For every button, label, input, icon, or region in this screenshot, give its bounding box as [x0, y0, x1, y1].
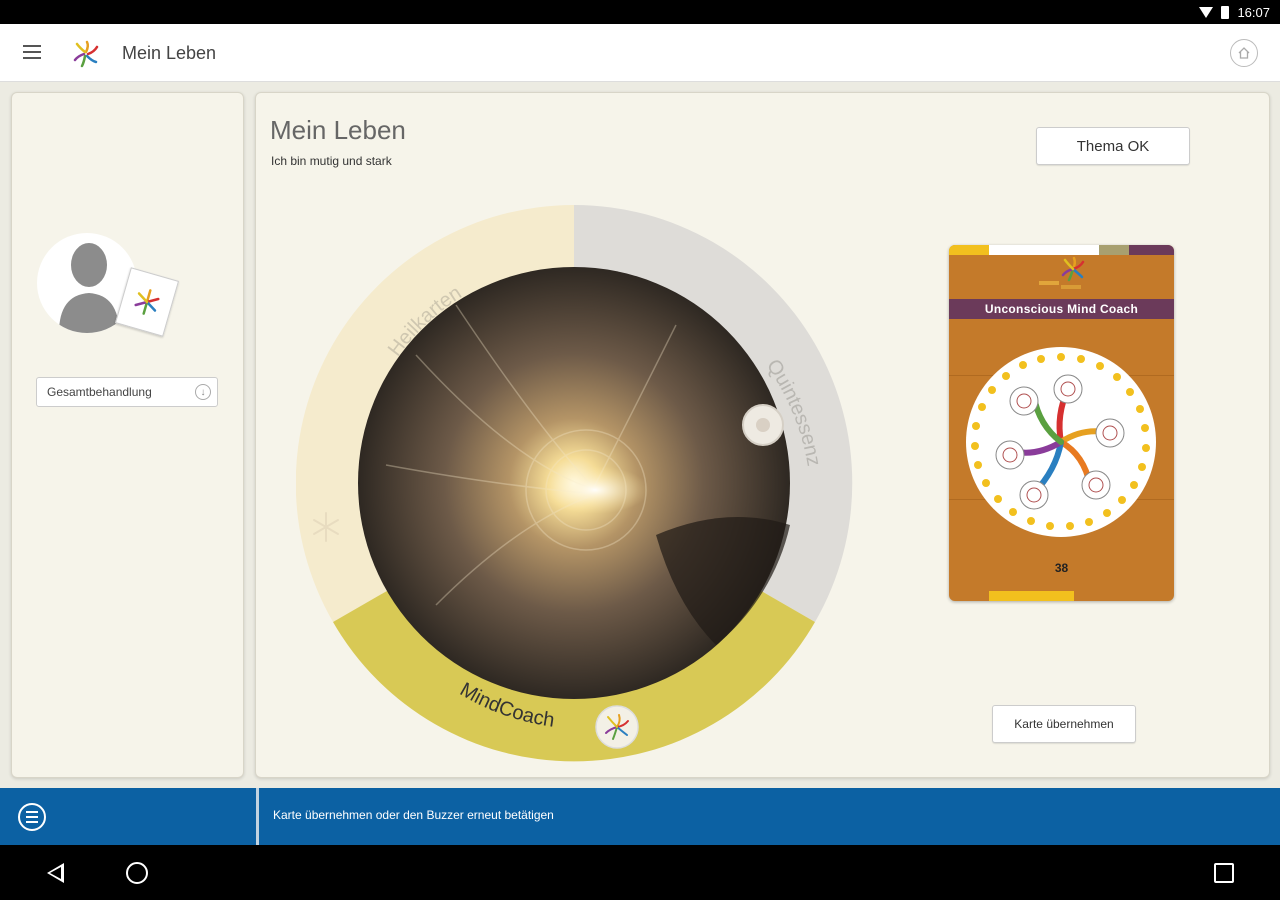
list-menu-icon[interactable] — [18, 803, 46, 831]
drawn-card[interactable]: Unconscious Mind Coach 38 — [949, 245, 1174, 601]
chevron-down-icon: ↓ — [195, 384, 211, 400]
dropdown-value: Gesamtbehandlung — [47, 385, 152, 399]
treatment-dropdown[interactable]: Gesamtbehandlung ↓ — [36, 377, 218, 407]
app-logo-icon — [73, 40, 99, 68]
app-title: Mein Leben — [122, 43, 217, 63]
info-bar: Karte übernehmen oder den Buzzer erneut … — [0, 788, 1280, 845]
wifi-icon — [1199, 6, 1214, 18]
profile-panel: Gesamtbehandlung ↓ — [11, 92, 244, 778]
mindcoach-mandala-icon — [595, 705, 639, 749]
main-panel: Mein Leben Ich bin mutig und stark Thema… — [255, 92, 1270, 778]
info-divider — [256, 788, 259, 845]
karte-uebernehmen-button[interactable]: Karte übernehmen — [992, 705, 1136, 743]
quintessenz-circle-icon — [742, 404, 784, 446]
mandala-star-icon — [134, 289, 160, 315]
info-message: Karte übernehmen oder den Buzzer erneut … — [273, 808, 554, 822]
status-time: 16:07 — [1237, 4, 1270, 20]
page-title: Mein Leben — [270, 115, 406, 145]
battery-icon — [1221, 5, 1230, 19]
app-bar: Mein Leben — [0, 24, 1280, 82]
home-circle-icon[interactable] — [126, 862, 148, 884]
recents-icon[interactable] — [1214, 863, 1234, 883]
status-bar: 16:07 — [0, 0, 1280, 24]
card-title: Unconscious Mind Coach — [949, 299, 1174, 319]
thema-ok-button[interactable]: Thema OK — [1036, 127, 1190, 165]
card-number: 38 — [1054, 561, 1069, 575]
card-bottom-strip — [989, 591, 1074, 601]
back-icon[interactable] — [47, 863, 64, 883]
home-icon[interactable] — [1230, 39, 1258, 67]
card-mandala-image — [966, 347, 1156, 537]
selection-wheel[interactable]: Heilkarten Quintessenz MindCoach — [296, 205, 856, 765]
page-subtitle: Ich bin mutig und stark — [271, 154, 392, 168]
hamburger-menu-icon[interactable] — [23, 45, 41, 59]
navigation-bar — [0, 845, 1280, 900]
card-brand-logo-icon — [1039, 256, 1085, 289]
